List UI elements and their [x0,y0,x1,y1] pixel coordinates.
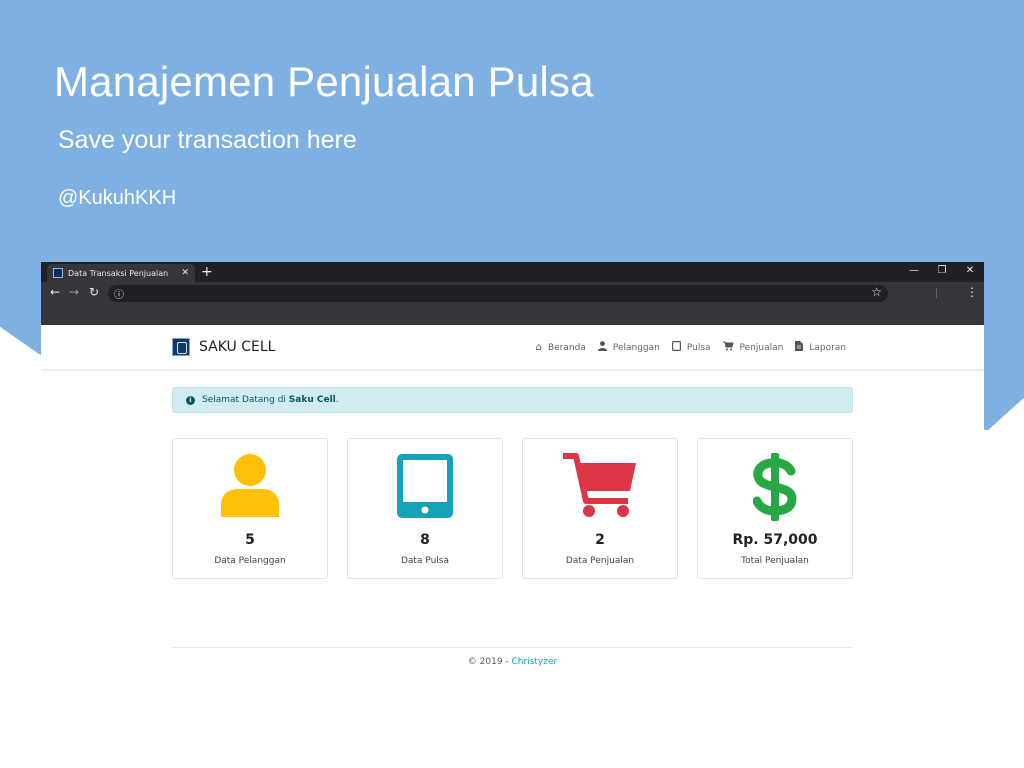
file-icon [795,341,804,354]
card-label: Total Penjualan [741,556,809,566]
card-label: Data Pulsa [400,556,450,566]
user-icon [597,341,607,354]
nav-item-label: Pulsa [686,342,711,353]
alert-text: Selamat Datang di Saku Cell. [202,395,339,405]
nav-menu: ⌂ Beranda Pelanggan Pulsa Penjualan Lapo… [536,341,846,354]
nav-item-label: Pelanggan [612,342,660,353]
browser-toolbar: ← → ↻ ⓘ ☆ ⋮ [41,282,984,325]
home-icon: ⌂ [535,342,542,353]
nav-item-pelanggan[interactable]: Pelanggan [597,341,660,354]
footer: © 2019 - Christyzer [41,657,984,667]
nav-item-label: Laporan [809,342,846,353]
toolbar-divider [936,288,937,298]
browser-tab[interactable]: Data Transaksi Penjualan ✕ [47,264,195,282]
footer-text: © 2019 - [467,657,512,667]
card-total-penjualan[interactable]: Rp. 57,000 Total Penjualan [697,438,853,579]
nav-item-laporan[interactable]: Laporan [795,341,846,354]
browser-window: Data Transaksi Penjualan ✕ + — ❐ ✕ ← → ↻… [41,262,984,768]
card-value: 5 [245,532,255,548]
dollar-icon [698,453,852,521]
brand-name: SAKU CELL [199,339,276,355]
favicon-icon [53,268,63,278]
brand[interactable]: SAKU CELL [172,338,275,356]
cart-icon [722,341,734,354]
card-pulsa[interactable]: 8 Data Pulsa [347,438,503,579]
slide-subtitle: Save your transaction here [58,126,357,154]
reload-icon[interactable]: ↻ [89,285,99,299]
nav-item-penjualan[interactable]: Penjualan [722,341,784,354]
back-arrow-icon[interactable]: ← [50,285,60,299]
card-label: Data Pelanggan [214,556,286,566]
close-window-button[interactable]: ✕ [956,262,984,282]
window-controls: — ❐ ✕ [900,262,984,282]
forward-arrow-icon[interactable]: → [69,285,79,299]
card-value: Rp. 57,000 [732,532,818,548]
browser-menu-icon[interactable]: ⋮ [966,285,978,299]
tab-close-icon[interactable]: ✕ [181,268,189,278]
slide-title: Manajemen Penjualan Pulsa [54,58,594,105]
restore-button[interactable]: ❐ [928,262,956,282]
card-value: 8 [420,532,430,548]
info-icon[interactable]: ⓘ [114,286,124,301]
card-penjualan[interactable]: 2 Data Penjualan [522,438,678,579]
tablet-icon [348,453,502,521]
cart-icon [523,453,677,521]
card-pelanggan[interactable]: 5 Data Pelanggan [172,438,328,579]
stats-cards: 5 Data Pelanggan 8 Data Pulsa 2 Data Pen… [172,438,853,579]
new-tab-button[interactable]: + [201,264,213,280]
minimize-button[interactable]: — [900,262,928,282]
info-circle-icon: i [186,395,195,405]
browser-tabbar: Data Transaksi Penjualan ✕ + — ❐ ✕ [41,262,984,282]
tablet-icon [671,341,681,354]
nav-item-label: Beranda [547,342,586,353]
welcome-alert: i Selamat Datang di Saku Cell. [172,387,853,413]
bookmark-star-icon[interactable]: ☆ [871,285,882,299]
card-value: 2 [595,532,605,548]
app-navbar: SAKU CELL ⌂ Beranda Pelanggan Pulsa Penj… [41,325,984,370]
brand-logo-icon [172,338,190,356]
footer-divider [172,647,853,648]
nav-item-pulsa[interactable]: Pulsa [671,341,711,354]
tab-title: Data Transaksi Penjualan [68,268,169,278]
footer-author-link[interactable]: Christyzer [512,657,558,667]
nav-item-beranda[interactable]: ⌂ Beranda [536,341,586,354]
slide-handle: @KukuhKKH [58,187,177,209]
address-bar[interactable]: ⓘ ☆ [108,285,888,302]
card-label: Data Penjualan [565,556,635,566]
user-icon [173,453,327,521]
nav-item-label: Penjualan [739,342,784,353]
